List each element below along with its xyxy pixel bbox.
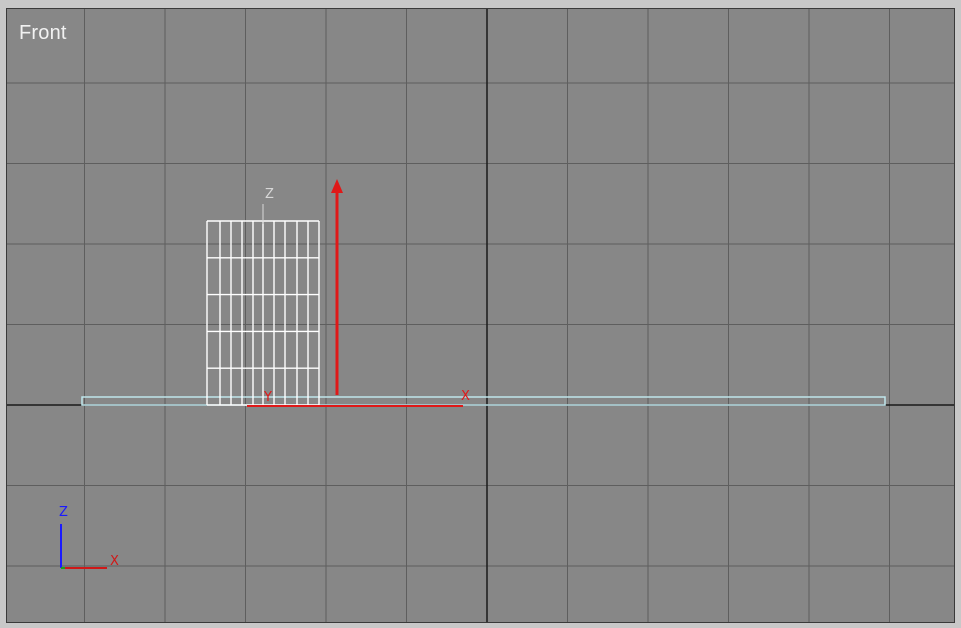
gizmo-arrow-head-icon[interactable] bbox=[331, 179, 343, 193]
construction-grid bbox=[7, 9, 954, 622]
move-gizmo[interactable]: X Y bbox=[247, 179, 470, 407]
viewport-label[interactable]: Front bbox=[19, 22, 67, 45]
pivot-z-label: Z bbox=[265, 187, 274, 202]
axis-tripod: Z X bbox=[59, 505, 119, 569]
plane-object[interactable] bbox=[81, 396, 886, 406]
cylinder-pivot: Z bbox=[262, 187, 274, 224]
tripod-x-label: X bbox=[110, 554, 119, 569]
cylinder-object[interactable] bbox=[206, 220, 320, 406]
tripod-z-label: Z bbox=[59, 505, 68, 520]
viewport-frame: Z X Y Z X Front bbox=[0, 0, 961, 628]
front-viewport[interactable]: Z X Y Z X Front bbox=[6, 8, 955, 623]
gizmo-y-label: Y bbox=[263, 390, 272, 405]
viewport-scene[interactable]: Z X Y Z X bbox=[7, 9, 955, 623]
gizmo-x-label: X bbox=[461, 389, 470, 404]
